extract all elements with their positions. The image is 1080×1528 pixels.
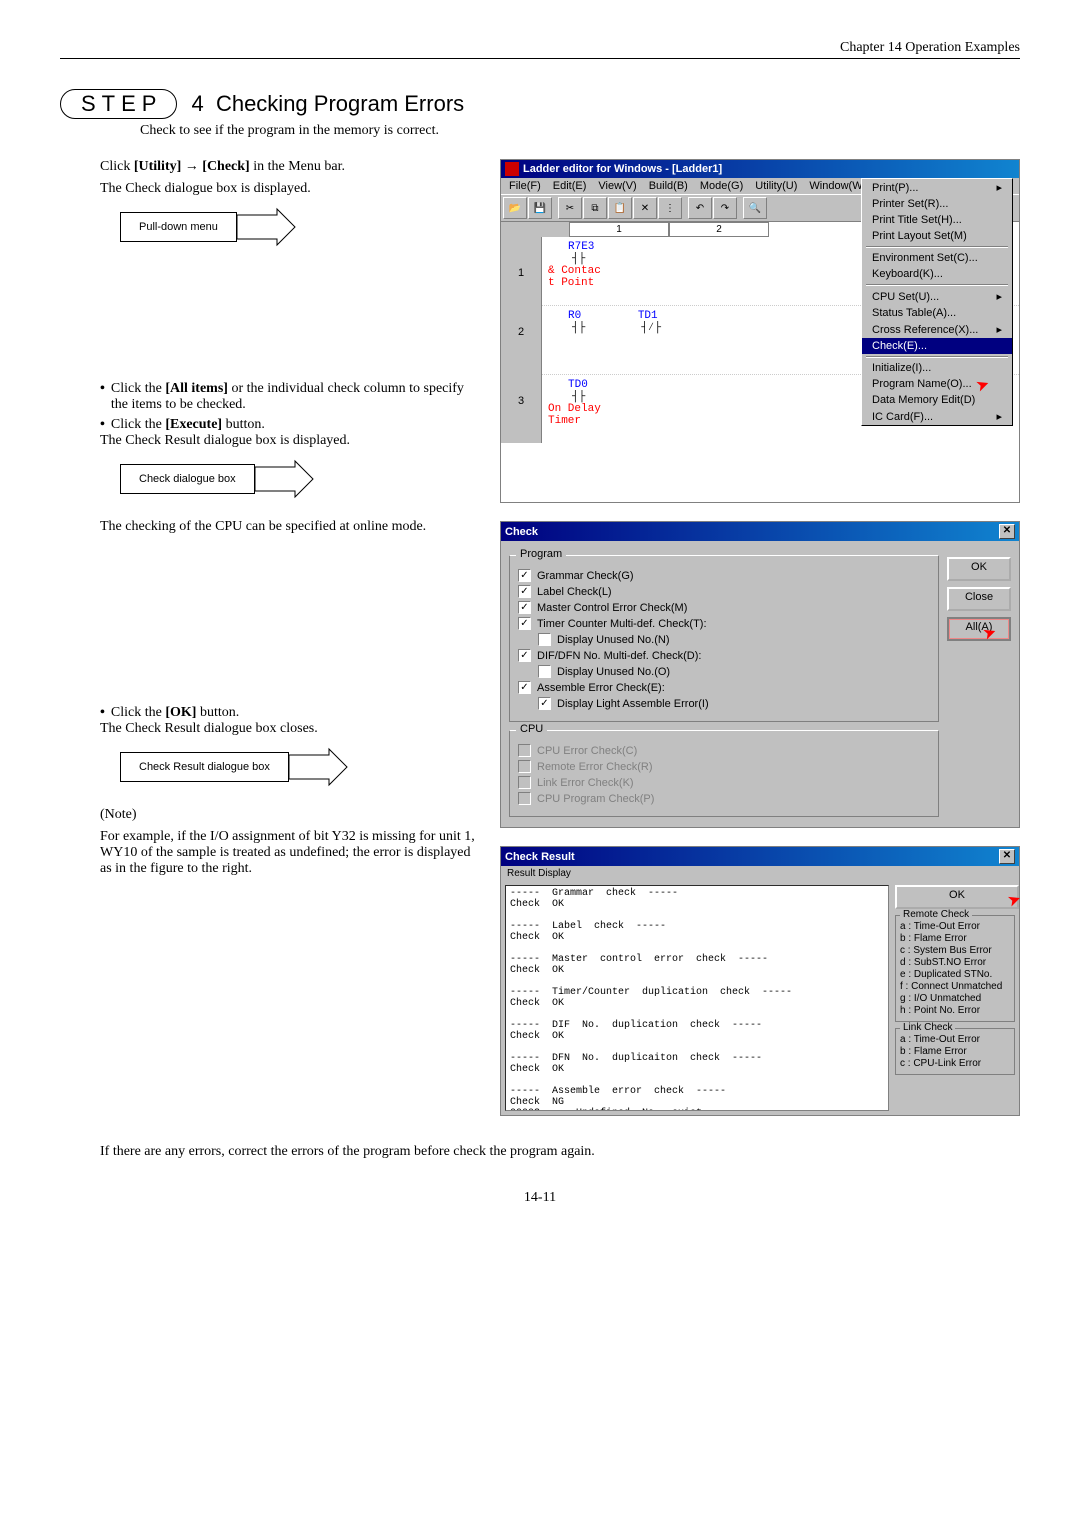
chk-assemble[interactable]: ✓Assemble Error Check(E): (518, 681, 930, 694)
instruction-1: Click [Utility] → [Check] in the Menu ba… (100, 159, 480, 175)
chk-master[interactable]: ✓Master Control Error Check(M) (518, 601, 930, 614)
ok-button[interactable]: OK (947, 557, 1011, 581)
instruction-4: The Check Result dialogue box closes. (100, 721, 480, 737)
menu-build[interactable]: Build(B) (643, 178, 694, 194)
close-icon[interactable]: ✕ (999, 524, 1015, 539)
tool-undo-icon[interactable]: ↶ (688, 197, 712, 219)
check-dialog: Check ✕ ✓Grammar Check(G) ✓Label Check(L… (500, 521, 1020, 828)
check-result-dialog: Check Result ✕ Result Display ----- Gram… (500, 846, 1020, 1116)
instruction-3: The checking of the CPU can be specified… (100, 519, 480, 535)
chk-timer[interactable]: ✓Timer Counter Multi-def. Check(T): (518, 617, 930, 630)
cpu-group: CPU Error Check(C) Remote Error Check(R)… (509, 730, 939, 817)
instruction-2: The Check Result dialogue box is display… (100, 433, 480, 449)
menu-initialize[interactable]: Initialize(I)... (862, 360, 1012, 376)
tool-save-icon[interactable]: 💾 (528, 197, 552, 219)
tool-cut-icon[interactable]: ✂ (558, 197, 582, 219)
all-button[interactable]: All(A) (947, 617, 1011, 641)
note-text: For example, if the I/O assignment of bi… (100, 829, 480, 877)
tool-sep-icon[interactable]: ⋮ (658, 197, 682, 219)
chk-cpu-err: CPU Error Check(C) (518, 744, 930, 757)
instruction-1b: The Check dialogue box is displayed. (100, 181, 480, 197)
menu-program-name[interactable]: Program Name(O)... (862, 376, 1012, 392)
ladder-title: Ladder editor for Windows - [Ladder1] (523, 163, 722, 175)
callout-result: Check Result dialogue box (120, 747, 480, 787)
menu-status-table[interactable]: Status Table(A)... (862, 305, 1012, 321)
menu-cross-ref[interactable]: Cross Reference(X)...▸ (862, 321, 1012, 338)
bullet-1: • Click the [All items] or the individua… (100, 381, 480, 413)
rung-num-3: 3 (501, 375, 542, 443)
chk-label[interactable]: ✓Label Check(L) (518, 585, 930, 598)
callout-box-3: Check Result dialogue box (120, 752, 289, 782)
tool-paste-icon[interactable]: 📋 (608, 197, 632, 219)
program-group: ✓Grammar Check(G) ✓Label Check(L) ✓Maste… (509, 555, 939, 722)
callout-pulldown: Pull-down menu (120, 207, 480, 247)
step-pill: STEP (60, 89, 177, 119)
chk-cpu-prog: CPU Program Check(P) (518, 792, 930, 805)
chk-remote-err: Remote Error Check(R) (518, 760, 930, 773)
chk-link-err: Link Error Check(K) (518, 776, 930, 789)
menu-printer-set[interactable]: Printer Set(R)... (862, 196, 1012, 212)
callout-arrow-icon (255, 459, 315, 499)
tool-delete-icon[interactable]: ✕ (633, 197, 657, 219)
menu-mode[interactable]: Mode(G) (694, 178, 749, 194)
ladder-window: Ladder editor for Windows - [Ladder1] Fi… (500, 159, 1020, 503)
tool-open-icon[interactable]: 📂 (503, 197, 527, 219)
callout-box-1: Pull-down menu (120, 212, 237, 242)
menu-print-layout[interactable]: Print Layout Set(M) (862, 228, 1012, 244)
link-check-group: a : Time-Out Error b : Flame Error c : C… (895, 1028, 1015, 1075)
tool-find-icon[interactable]: 🔍 (743, 197, 767, 219)
chk-unused-o[interactable]: Display Unused No.(O) (538, 665, 930, 678)
close-button[interactable]: Close (947, 587, 1011, 611)
step-title: 4 Checking Program Errors (191, 91, 464, 117)
menu-print[interactable]: Print(P)...▸ (862, 179, 1012, 196)
menu-cpu-set[interactable]: CPU Set(U)...▸ (862, 288, 1012, 305)
menu-ic-card[interactable]: IC Card(F)...▸ (862, 408, 1012, 425)
tool-redo-icon[interactable]: ↷ (713, 197, 737, 219)
rung-num-2: 2 (501, 306, 542, 375)
menu-utility[interactable]: Utility(U) (749, 178, 803, 194)
chk-grammar[interactable]: ✓Grammar Check(G) (518, 569, 930, 582)
menu-edit[interactable]: Edit(E) (547, 178, 593, 194)
callout-arrow-icon (237, 207, 297, 247)
callout-box-2: Check dialogue box (120, 464, 255, 494)
result-label: Result Display (501, 866, 1019, 881)
callout-check: Check dialogue box (120, 459, 480, 499)
menu-check[interactable]: Check(E)... (862, 338, 1012, 354)
ladder-tab-2[interactable]: 2 (669, 222, 769, 237)
note-heading: (Note) (100, 807, 480, 823)
chk-unused-n[interactable]: Display Unused No.(N) (538, 633, 930, 646)
ladder-tab-1[interactable]: 1 (569, 222, 669, 237)
ladder-titlebar: Ladder editor for Windows - [Ladder1] (501, 160, 1019, 178)
menu-keyboard[interactable]: Keyboard(K)... (862, 266, 1012, 282)
menu-env-set[interactable]: Environment Set(C)... (862, 250, 1012, 266)
bottom-note: If there are any errors, correct the err… (100, 1144, 1020, 1160)
step-title-text: Checking Program Errors (216, 91, 464, 116)
bullet-3: • Click the [OK] button. (100, 705, 480, 721)
utility-menu: Print(P)...▸ Printer Set(R)... Print Tit… (861, 178, 1013, 426)
chk-light-asm[interactable]: ✓Display Light Assemble Error(I) (538, 697, 930, 710)
rung-num-1: 1 (501, 237, 542, 306)
callout-arrow-icon (289, 747, 349, 787)
bullet-2: • Click the [Execute] button. (100, 417, 480, 433)
cursor-icon: ➤ (1005, 891, 1023, 911)
chk-dif[interactable]: ✓DIF/DFN No. Multi-def. Check(D): (518, 649, 930, 662)
tool-copy-icon[interactable]: ⧉ (583, 197, 607, 219)
subtitle: Check to see if the program in the memor… (140, 123, 1020, 139)
app-icon (505, 162, 519, 176)
menu-view[interactable]: View(V) (592, 178, 642, 194)
menu-print-title[interactable]: Print Title Set(H)... (862, 212, 1012, 228)
result-textarea[interactable]: ----- Grammar check ----- Check OK -----… (505, 885, 889, 1111)
check-dlg-title: Check (505, 526, 538, 538)
remote-check-group: a : Time-Out Error b : Flame Error c : S… (895, 915, 1015, 1022)
close-icon[interactable]: ✕ (999, 849, 1015, 864)
step-number: 4 (191, 91, 203, 116)
result-title: Check Result (505, 851, 575, 863)
result-ok-button[interactable]: OK ➤ (895, 885, 1019, 909)
page-number: 14-11 (60, 1190, 1020, 1206)
chapter-header: Chapter 14 Operation Examples (60, 40, 1020, 59)
menu-data-mem[interactable]: Data Memory Edit(D) (862, 392, 1012, 408)
menu-file[interactable]: File(F) (503, 178, 547, 194)
